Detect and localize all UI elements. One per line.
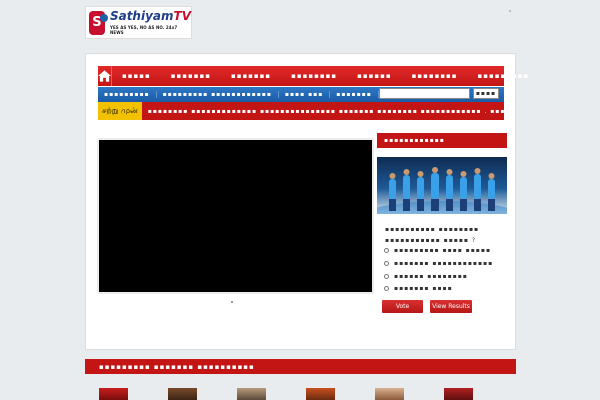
nav-home[interactable] xyxy=(98,66,112,86)
news-thumbnail[interactable] xyxy=(99,388,128,400)
poll-image xyxy=(377,157,507,214)
site-logo[interactable]: S SathiyamTV YES AS YES, NO AS NO. 24x7 … xyxy=(85,6,192,39)
cricket-team-image xyxy=(377,167,507,214)
subnav-item-3[interactable]: ▪▪▪▪ ▪▪▪ xyxy=(279,91,331,98)
news-thumbnail[interactable] xyxy=(375,388,404,400)
radio-button[interactable] xyxy=(384,261,389,266)
nav-item-3[interactable]: ▪▪▪▪▪▪▪ xyxy=(221,72,281,80)
nav-item-2[interactable]: ▪▪▪▪▪▪▪ xyxy=(161,72,221,80)
search-button[interactable]: ▪▪▪▪ xyxy=(473,88,499,99)
nav-item-6[interactable]: ▪▪▪▪▪▪▪▪ xyxy=(402,72,468,80)
search-input[interactable] xyxy=(379,88,470,99)
subnav-item-1[interactable]: ▪▪▪▪▪▪▪▪▪ xyxy=(98,91,157,98)
nav-item-5[interactable]: ▪▪▪▪▪▪ xyxy=(347,72,401,80)
section-header: ▪▪▪▪▪▪▪▪▪ ▪▪▪▪▪▪▪ ▪▪▪▪▪▪▪▪▪▪ xyxy=(85,359,516,374)
news-thumbnail[interactable] xyxy=(168,388,197,400)
decorative-dot xyxy=(509,10,511,12)
poll-question: ▪▪▪▪▪▪▪▪▪▪ ▪▪▪▪▪▪▪▪ ▪▪▪▪▪▪▪▪▪▪▪ ▪▪▪▪▪ ? xyxy=(385,226,480,244)
radio-button[interactable] xyxy=(384,286,389,291)
breaking-news-ticker: சற்று முன் ▪▪▪▪▪▪▪▪ ▪▪▪▪▪▪▪▪▪▪▪▪▪ ▪▪▪▪▪▪… xyxy=(98,102,504,120)
main-nav: ▪▪▪▪▪ ▪▪▪▪▪▪▪ ▪▪▪▪▪▪▪ ▪▪▪▪▪▪▪▪ ▪▪▪▪▪▪ ▪▪… xyxy=(98,66,528,86)
poll-option-3[interactable]: ▪▪▪▪▪▪ ▪▪▪▪▪▪▪▪ xyxy=(384,273,468,280)
poll-header: ▪▪▪▪▪▪▪▪▪▪▪▪ xyxy=(377,133,507,148)
news-thumbnail[interactable] xyxy=(237,388,266,400)
radio-button[interactable] xyxy=(384,274,389,279)
subnav-item-2[interactable]: ▪▪▪▪▪▪▪▪▪ ▪▪▪▪▪▪▪▪▪▪▪▪ xyxy=(157,91,279,98)
logo-mark: S xyxy=(89,10,108,35)
nav-item-4[interactable]: ▪▪▪▪▪▪▪▪ xyxy=(281,72,347,80)
sub-nav: ▪▪▪▪▪▪▪▪▪ ▪▪▪▪▪▪▪▪▪ ▪▪▪▪▪▪▪▪▪▪▪▪ ▪▪▪▪ ▪▪… xyxy=(98,87,504,102)
news-thumbnail[interactable] xyxy=(306,388,335,400)
ticker-text[interactable]: ▪▪▪▪▪▪▪▪ ▪▪▪▪▪▪▪▪▪▪▪▪▪ ▪▪▪▪▪▪▪▪▪▪▪▪▪▪▪ ▪… xyxy=(142,108,504,115)
poll-option-1[interactable]: ▪▪▪▪▪▪▪▪▪ ▪▪▪▪ ▪▪▪▪▪ xyxy=(384,247,491,254)
poll-option-4[interactable]: ▪▪▪▪▪▪▪ ▪▪▪▪ xyxy=(384,285,453,292)
nav-item-7[interactable]: ▪▪▪▪▪▪▪▪▪ xyxy=(468,72,540,80)
poll-option-2[interactable]: ▪▪▪▪▪▪▪ ▪▪▪▪▪▪▪▪▪▪▪▪ xyxy=(384,260,493,267)
main-panel: ▪▪▪▪▪ ▪▪▪▪▪▪▪ ▪▪▪▪▪▪▪ ▪▪▪▪▪▪▪▪ ▪▪▪▪▪▪ ▪▪… xyxy=(85,53,528,350)
slider-dot[interactable] xyxy=(231,301,233,303)
logo-title: SathiyamTV xyxy=(109,9,191,23)
news-thumbnail[interactable] xyxy=(444,388,473,400)
ticker-label: சற்று முன் xyxy=(98,102,142,120)
video-player[interactable] xyxy=(97,138,374,294)
radio-button[interactable] xyxy=(384,248,389,253)
home-icon xyxy=(98,70,111,82)
subnav-item-4[interactable]: ▪▪▪▪▪▪▪ xyxy=(330,91,379,98)
view-results-button[interactable]: View Results xyxy=(430,300,472,313)
vote-button[interactable]: Vote xyxy=(382,300,423,313)
nav-item-1[interactable]: ▪▪▪▪▪ xyxy=(112,72,161,80)
logo-tagline: YES AS YES, NO AS NO. 24x7 NEWS xyxy=(109,25,178,35)
search-form: ▪▪▪▪ xyxy=(379,88,499,99)
